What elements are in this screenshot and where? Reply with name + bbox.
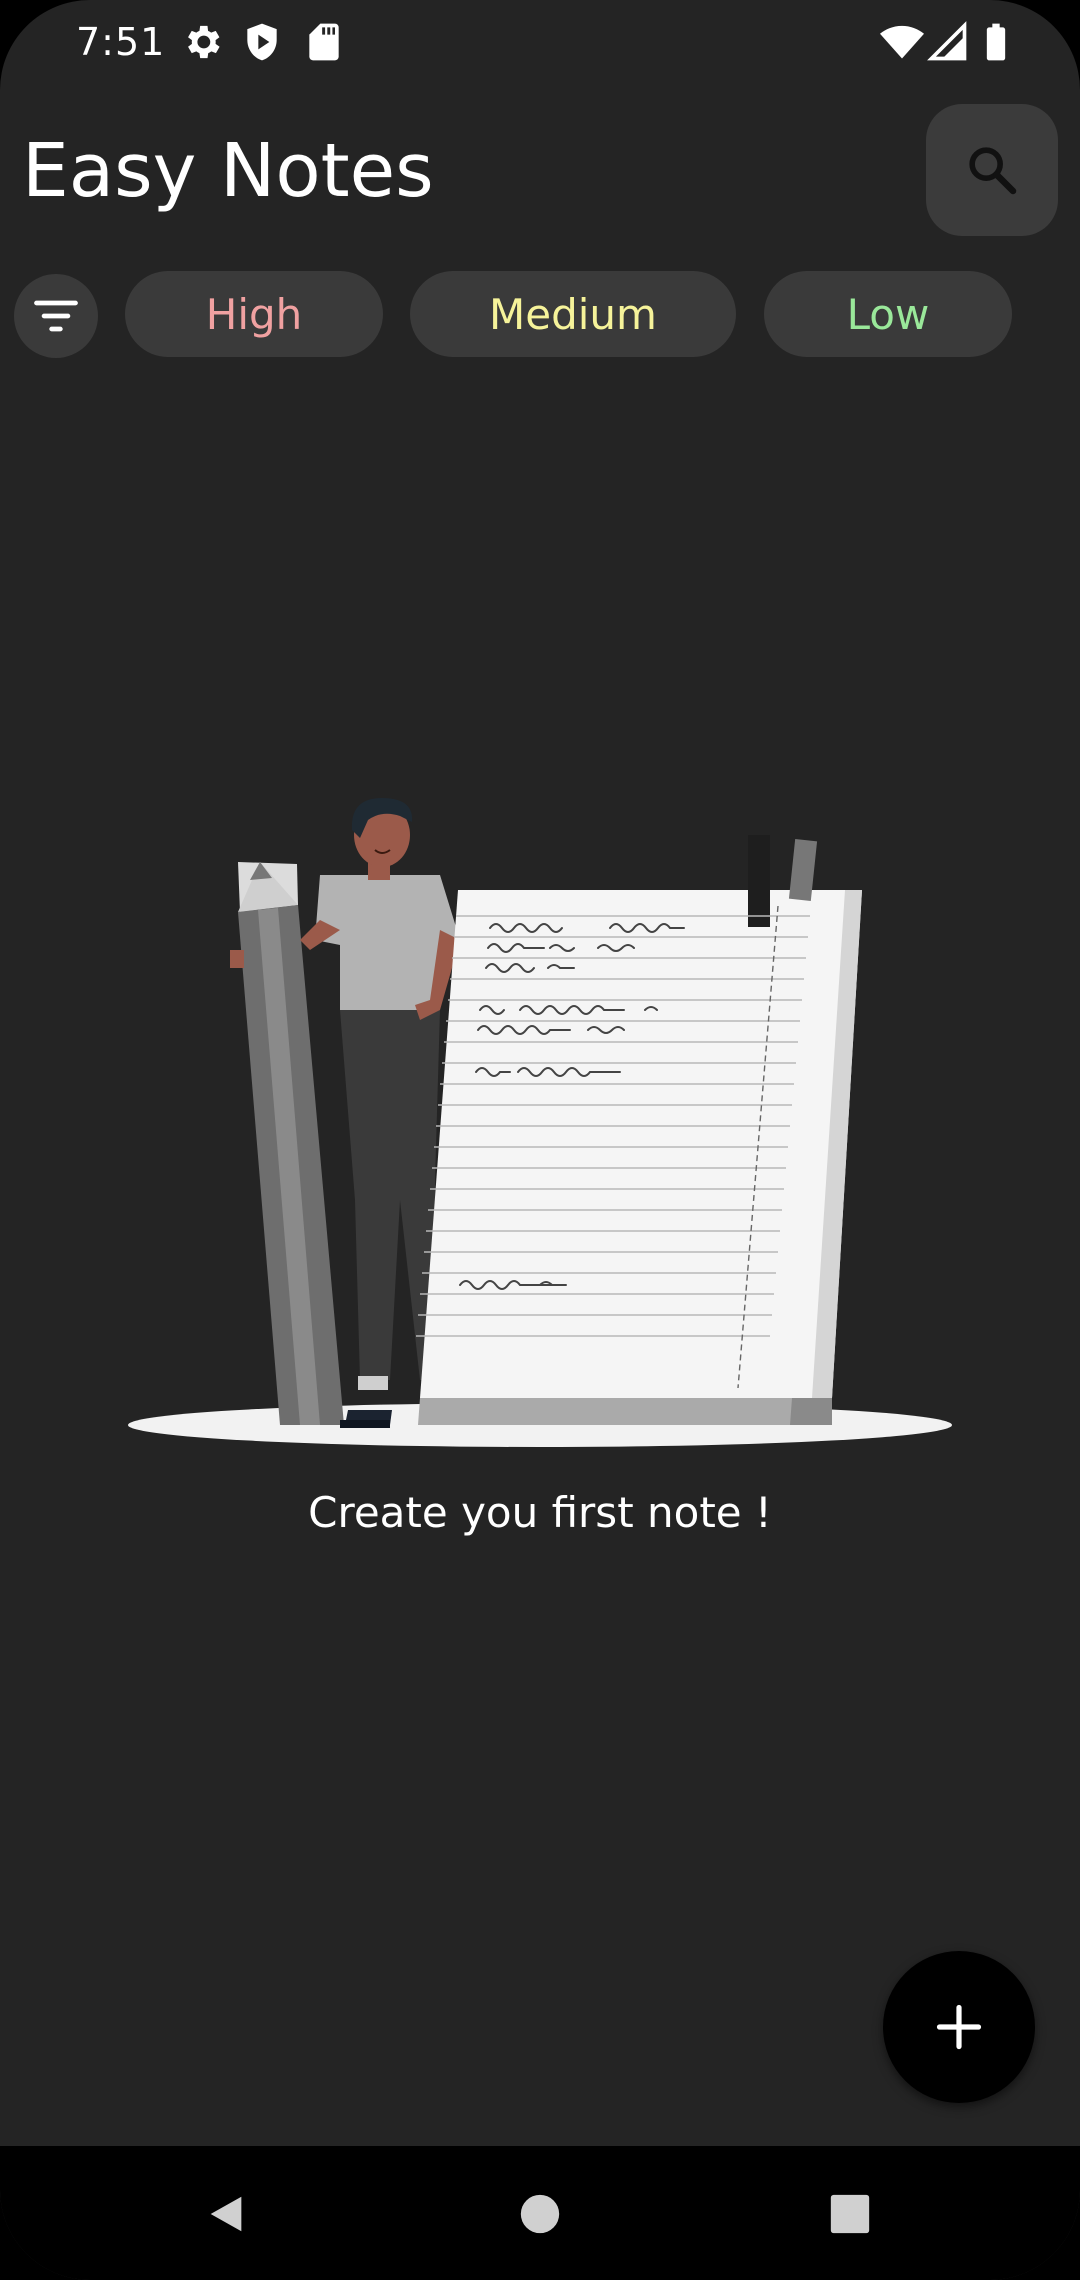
chip-label: Medium — [489, 289, 657, 339]
nav-recents-button[interactable] — [822, 2186, 878, 2242]
back-icon — [210, 2196, 242, 2232]
filter-icon — [34, 300, 78, 332]
battery-icon — [986, 23, 1006, 61]
nav-home-button[interactable] — [512, 2186, 568, 2242]
filter-chip-high[interactable]: High — [125, 271, 383, 357]
chip-label: High — [205, 289, 303, 339]
chip-label: Low — [846, 289, 930, 339]
status-bar: 7:51 — [0, 0, 1080, 90]
recents-icon — [830, 2194, 870, 2234]
filter-chip-low[interactable]: Low — [764, 271, 1012, 357]
empty-notes-illustration — [128, 798, 952, 1447]
app-title: Easy Notes — [22, 128, 434, 214]
status-time: 7:51 — [76, 20, 166, 64]
wifi-icon — [880, 25, 924, 59]
empty-state-message: Create you first note ! — [308, 1488, 772, 1537]
search-icon — [969, 147, 1017, 195]
signal-icon — [927, 21, 967, 61]
home-icon — [520, 2194, 560, 2234]
search-button[interactable] — [926, 104, 1058, 236]
nav-back-button[interactable] — [198, 2186, 254, 2242]
filter-chip-medium[interactable]: Medium — [410, 271, 736, 357]
plus-icon — [936, 2004, 982, 2050]
app-screen: 7:51 Easy Notes High Medium Low Create y… — [0, 0, 1080, 2280]
add-note-button[interactable] — [883, 1951, 1035, 2103]
sd-card-icon — [309, 23, 339, 61]
shield-play-icon — [247, 23, 277, 61]
system-nav-bar — [0, 2146, 1080, 2280]
filter-button[interactable] — [14, 274, 98, 358]
gear-icon — [188, 25, 220, 59]
